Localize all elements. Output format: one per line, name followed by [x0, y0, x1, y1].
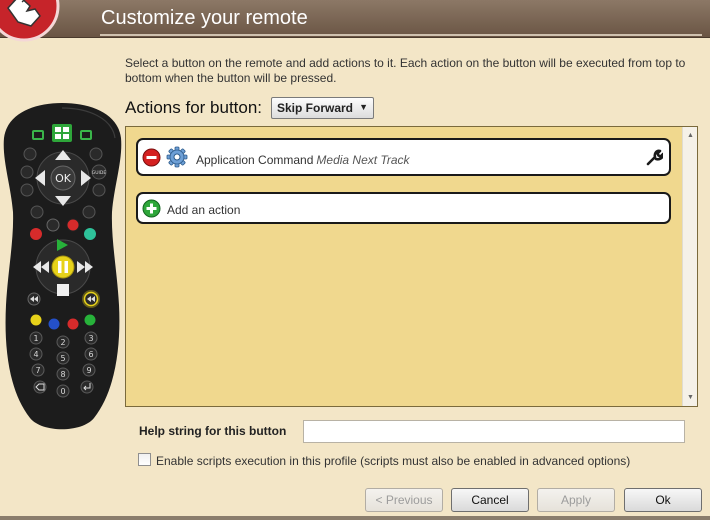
action-row-application-command[interactable]: Application Command Media Next Track — [136, 138, 671, 176]
remote-aspect-button[interactable] — [20, 165, 34, 179]
remote-digit-5[interactable]: 5 — [56, 351, 70, 365]
remote-digit-8[interactable]: 8 — [56, 367, 70, 381]
help-string-label: Help string for this button — [139, 424, 287, 438]
svg-text:7: 7 — [35, 366, 40, 375]
actions-list: Application Command Media Next Track Add … — [125, 126, 698, 407]
title-underline — [100, 34, 702, 36]
hand-pointer-icon — [0, 0, 60, 42]
remote-digit-9[interactable]: 9 — [82, 363, 96, 377]
remote-pause-button[interactable] — [51, 255, 75, 279]
remote-start-button[interactable] — [52, 124, 72, 142]
remote-tv-button[interactable] — [32, 130, 44, 140]
remote-info-button[interactable] — [89, 147, 103, 161]
action-name: Application Command — [196, 153, 314, 167]
remote-shield-button[interactable] — [30, 228, 42, 240]
remote-digit-3[interactable]: 3 — [84, 331, 98, 345]
add-action-row[interactable]: Add an action — [136, 192, 671, 224]
remote-digit-1[interactable]: 1 — [29, 331, 43, 345]
remove-icon[interactable] — [142, 148, 161, 167]
remote-green-button[interactable] — [84, 314, 96, 326]
scroll-down-icon[interactable]: ▼ — [683, 390, 698, 405]
remote-channel-button[interactable] — [92, 183, 106, 197]
wrench-icon[interactable] — [645, 149, 663, 167]
action-label: Application Command Media Next Track — [196, 153, 410, 167]
remote-clear-button[interactable] — [33, 380, 47, 394]
previous-button[interactable]: < Previous — [365, 488, 443, 512]
svg-text:0: 0 — [60, 387, 65, 396]
remote-ok-button[interactable]: OK — [50, 165, 76, 191]
remote-digit-2[interactable]: 2 — [56, 335, 70, 349]
ok-button[interactable]: Ok — [624, 488, 702, 512]
remote-digit-4[interactable]: 4 — [29, 347, 43, 361]
add-action-label: Add an action — [167, 203, 241, 217]
remote-yellow-button[interactable] — [30, 314, 42, 326]
remote-digit-6[interactable]: 6 — [84, 347, 98, 361]
remote-control: GUIDE OK 1 2 3 4 5 6 7 8 9 0 — [3, 103, 122, 430]
button-select-value: Skip Forward — [277, 101, 354, 115]
scroll-up-icon[interactable]: ▲ — [683, 128, 698, 143]
apply-button[interactable]: Apply — [537, 488, 615, 512]
remote-red-button[interactable] — [67, 318, 79, 330]
remote-record-button[interactable] — [66, 218, 80, 232]
gear-icon — [166, 146, 188, 168]
action-parameter: Media Next Track — [316, 153, 410, 167]
window-bottom-border — [0, 516, 710, 520]
add-icon — [142, 199, 161, 218]
remote-guide-button[interactable]: GUIDE — [91, 164, 107, 180]
instructions-text: Select a button on the remote and add ac… — [125, 56, 686, 85]
svg-text:GUIDE: GUIDE — [92, 170, 107, 176]
remote-digit-7[interactable]: 7 — [31, 363, 45, 377]
svg-text:OK: OK — [55, 172, 72, 185]
help-string-input[interactable] — [303, 420, 685, 443]
remote-stop-record-button[interactable] — [46, 218, 60, 232]
svg-text:3: 3 — [88, 334, 93, 343]
svg-text:2: 2 — [60, 338, 65, 347]
cancel-button[interactable]: Cancel — [451, 488, 529, 512]
title-bar: Customize your remote — [0, 0, 710, 38]
svg-text:4: 4 — [33, 350, 38, 359]
remote-skip-forward-button[interactable] — [82, 290, 100, 308]
enable-scripts-checkbox[interactable] — [138, 453, 151, 466]
remote-back-button[interactable] — [23, 147, 37, 161]
svg-text:5: 5 — [60, 354, 65, 363]
remote-enter-button[interactable] — [80, 380, 94, 394]
remote-blue-button[interactable] — [48, 318, 60, 330]
remote-heart-button[interactable] — [84, 228, 96, 240]
remote-digit-0[interactable]: 0 — [56, 384, 70, 398]
button-select-dropdown[interactable]: Skip Forward ▼ — [271, 97, 374, 119]
svg-text:6: 6 — [88, 350, 93, 359]
svg-text:8: 8 — [60, 370, 65, 379]
actions-scrollbar[interactable]: ▲ ▼ — [682, 127, 697, 406]
remote-recorded-tv-button[interactable] — [82, 205, 96, 219]
remote-live-tv-button[interactable] — [80, 130, 92, 140]
window-title: Customize your remote — [101, 7, 308, 29]
dropdown-arrow-icon: ▼ — [359, 102, 368, 112]
svg-text:1: 1 — [33, 334, 38, 343]
remote-stop-button[interactable] — [57, 284, 69, 296]
actions-for-button-label: Actions for button: — [125, 98, 263, 117]
enable-scripts-label: Enable scripts execution in this profile… — [156, 454, 631, 468]
remote-mute-button[interactable] — [30, 205, 44, 219]
remote-volume-button[interactable] — [20, 183, 34, 197]
remote-replay-button[interactable] — [27, 292, 41, 306]
svg-text:9: 9 — [86, 366, 91, 375]
